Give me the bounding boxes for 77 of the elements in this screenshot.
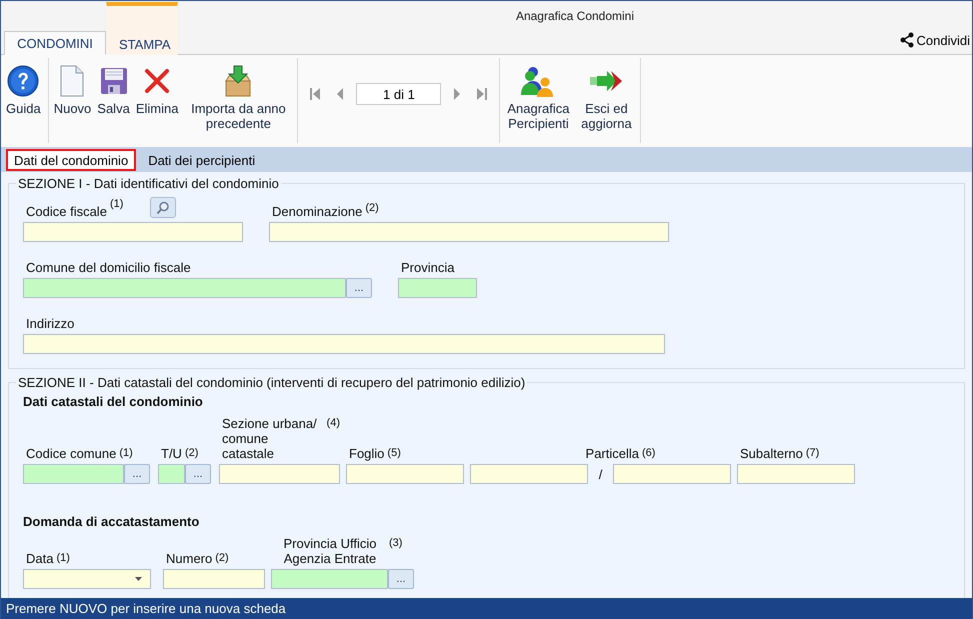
subsection-heading: Dati catastali del condominio (23, 394, 204, 410)
field-label: Denominazione (272, 204, 362, 219)
date-field[interactable] (23, 569, 151, 589)
field-label: Particella (586, 446, 639, 461)
input-field[interactable] (163, 569, 265, 589)
toolbar-button[interactable]: Anagrafica Percipienti (504, 64, 572, 131)
browse-button[interactable]: ... (388, 569, 414, 589)
field-label: Indirizzo (26, 316, 74, 331)
status-bar: Premere NUOVO per inserire una nuova scheda (1, 598, 972, 619)
footnote-number: (6) (642, 446, 656, 461)
field-label: Sezione urbana/ comune catastale (222, 416, 318, 461)
ribbon-tab[interactable]: STAMPA (106, 2, 178, 55)
input-field[interactable] (158, 464, 185, 484)
field-label: T/U (161, 446, 182, 461)
search-icon (156, 200, 170, 214)
toolbar-button[interactable]: Salva (96, 64, 131, 116)
footnote-number: (4) (326, 416, 340, 431)
first-page-icon (310, 87, 322, 101)
footnote-number: (7) (806, 446, 820, 461)
browse-button[interactable]: ... (346, 278, 372, 298)
subsection-heading: Domanda di accatastamento (23, 514, 200, 530)
section-title: SEZIONE II - Dati catastali del condominio (interventi di recupero del patrimonio edilizio) (17, 375, 526, 390)
footnote-number: (3) (389, 536, 402, 551)
people-icon (521, 65, 556, 97)
input-field[interactable] (613, 464, 731, 484)
field-label: Subalterno (740, 446, 803, 461)
ribbon-tab[interactable]: CONDOMINI (4, 31, 106, 55)
footnote-number: (1) (119, 446, 133, 461)
footnote-number: (1) (110, 197, 124, 212)
delete-icon (144, 68, 170, 94)
form-tab[interactable]: Dati dei percipienti (140, 149, 264, 171)
footnote-number: (2) (365, 201, 379, 216)
last-page-icon (476, 87, 488, 101)
footnote-number: (2) (215, 551, 229, 566)
field-label: Provincia (401, 260, 454, 275)
field-label: Provincia Ufficio Agenzia Entrate (282, 536, 378, 566)
input-field[interactable] (269, 222, 669, 242)
box-download-icon (224, 65, 252, 97)
document-icon (59, 65, 86, 97)
browse-button[interactable]: ... (124, 464, 150, 484)
share-button[interactable]: Condividi (896, 32, 972, 48)
browse-button[interactable]: ... (185, 464, 211, 484)
field-label: Codice fiscale (26, 204, 107, 219)
input-field[interactable] (346, 464, 464, 484)
field-label: Numero (166, 551, 212, 566)
toolbar-button[interactable]: Elimina (134, 64, 180, 116)
footnote-number: (1) (56, 551, 70, 566)
footnote-number: (5) (387, 446, 401, 461)
toolbar-button[interactable]: Guida (5, 64, 42, 116)
input-field[interactable] (219, 464, 340, 484)
section-title: SEZIONE I - Dati identificativi del condominio (17, 176, 280, 191)
input-field[interactable] (23, 464, 124, 484)
field-label: Foglio (349, 446, 384, 461)
toolbar-button[interactable]: Esci ed aggiorna (576, 64, 636, 131)
help-icon (7, 65, 40, 97)
arrow-right-icon (589, 70, 624, 92)
input-field[interactable] (737, 464, 855, 484)
input-field[interactable] (23, 278, 346, 298)
input-field[interactable] (470, 464, 588, 484)
share-icon (900, 32, 914, 48)
field-label: Codice comune (26, 446, 116, 461)
next-icon (451, 87, 462, 101)
field-label: Data (26, 551, 54, 566)
input-field[interactable] (398, 278, 477, 298)
input-field[interactable] (23, 222, 243, 242)
search-button[interactable] (150, 197, 176, 218)
field-label: Comune del domicilio fiscale (26, 260, 191, 275)
form-tab[interactable]: Dati del condominio (6, 149, 136, 171)
window-title: Anagrafica Condomini (514, 8, 636, 25)
input-field[interactable] (23, 334, 665, 354)
toolbar-button[interactable]: Nuovo (52, 64, 92, 116)
toolbar-button[interactable]: Importa da anno precedente (183, 64, 294, 131)
input-field[interactable] (271, 569, 388, 589)
separator: / (598, 466, 604, 482)
caret-icon (135, 577, 142, 581)
footnote-number: (2) (184, 446, 198, 461)
page-field[interactable]: 1 di 1 (356, 83, 442, 105)
